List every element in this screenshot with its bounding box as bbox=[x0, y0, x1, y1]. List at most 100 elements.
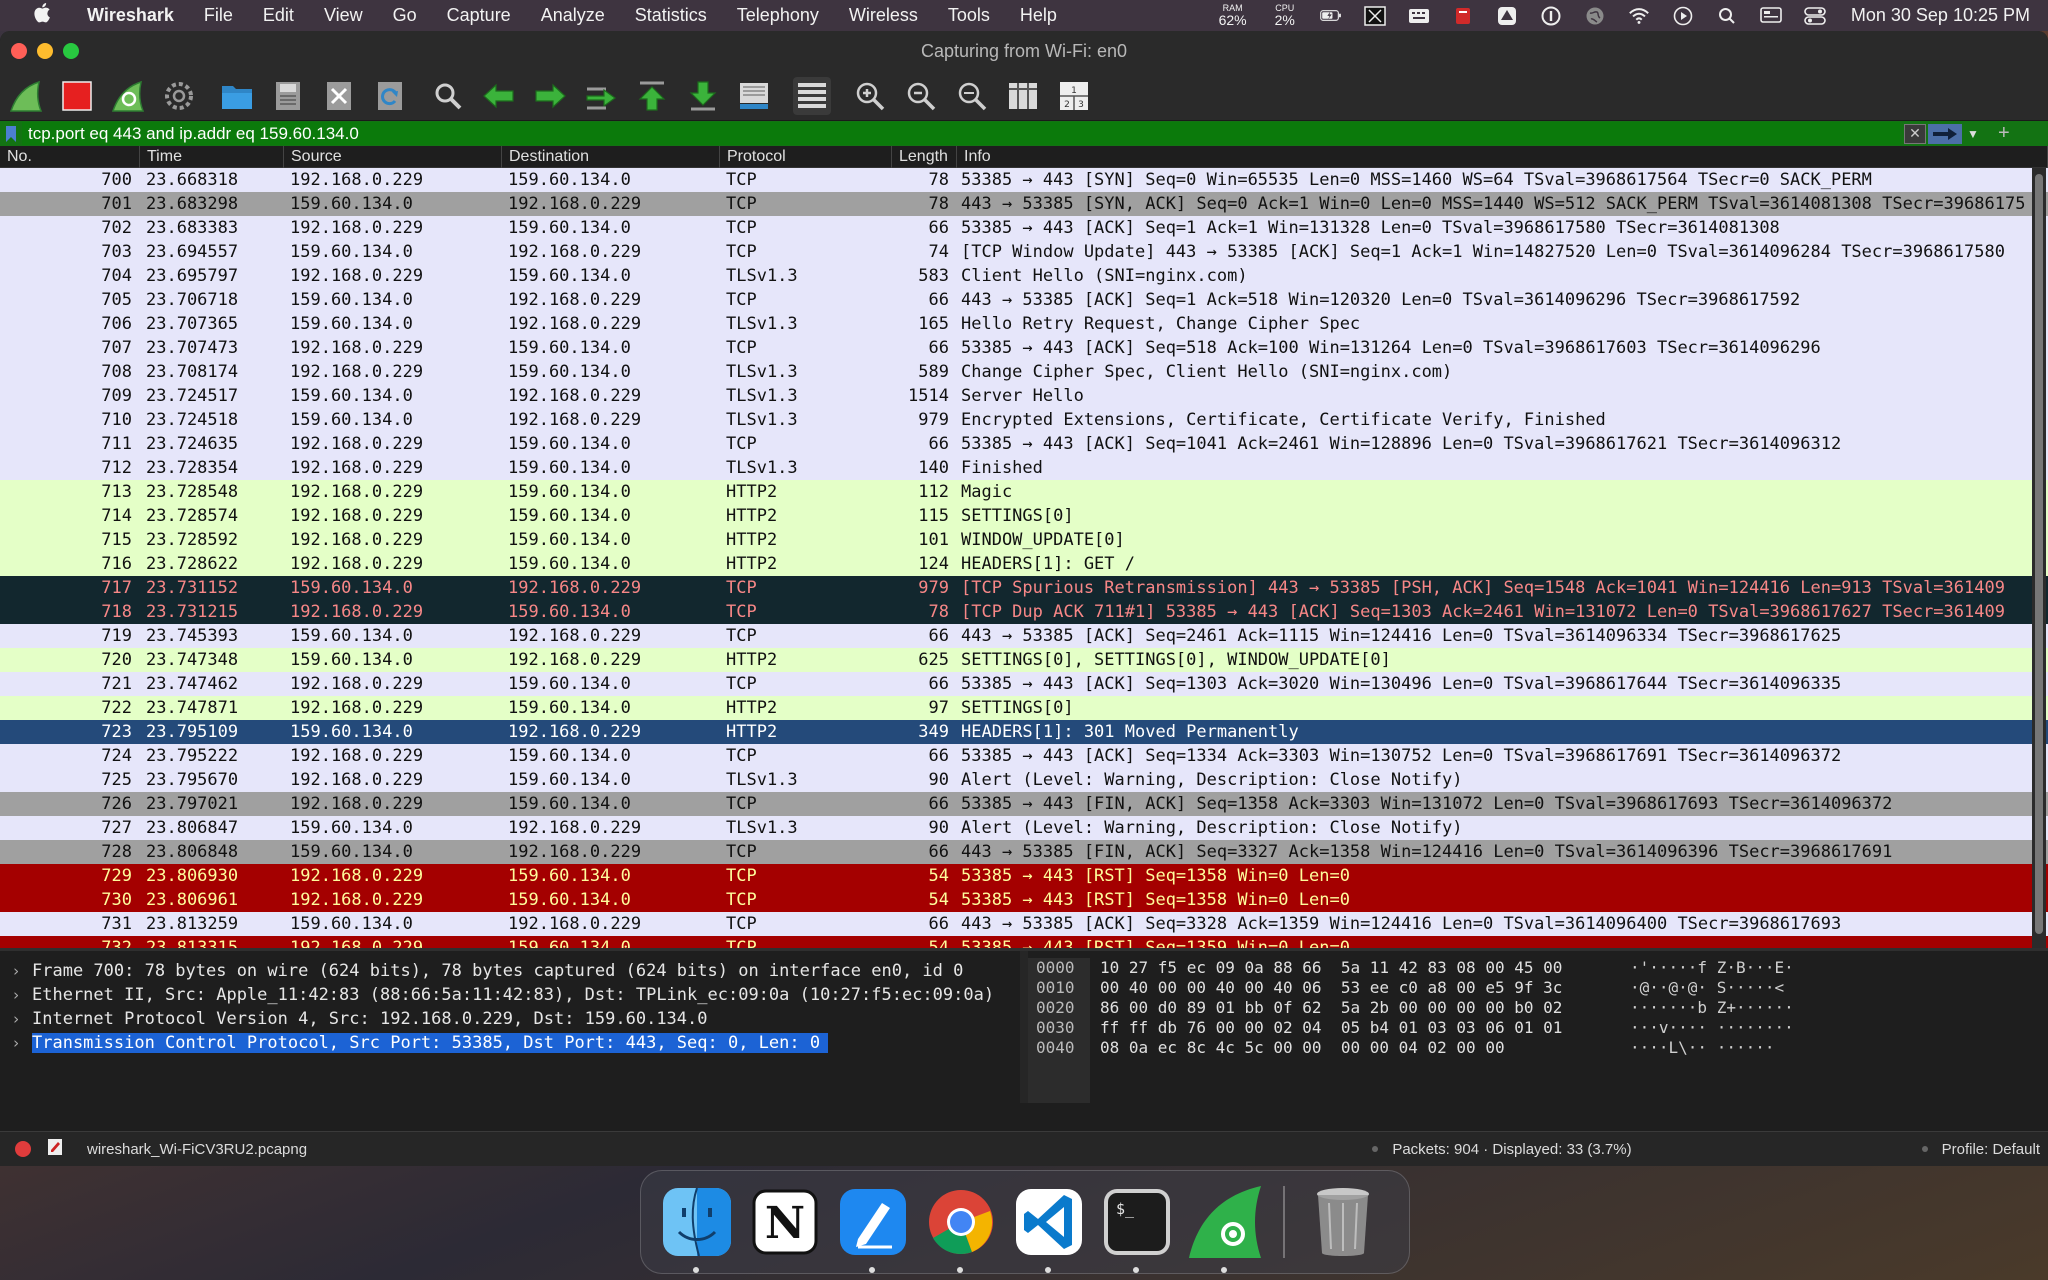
start-capture-icon[interactable] bbox=[7, 77, 45, 115]
capture-comment-icon[interactable] bbox=[47, 1138, 63, 1161]
packet-row[interactable]: 715 23.728592 192.168.0.229 159.60.134.0 HTT… bbox=[0, 528, 2048, 552]
packet-row[interactable]: 709 23.724517 159.60.134.0 192.168.0.229 TLS… bbox=[0, 384, 2048, 408]
column-length[interactable]: Length bbox=[892, 145, 957, 168]
packet-row[interactable]: 727 23.806847 159.60.134.0 192.168.0.229 TLS… bbox=[0, 816, 2048, 840]
dock-pages[interactable] bbox=[834, 1183, 912, 1273]
stop-capture-icon[interactable] bbox=[58, 77, 96, 115]
menu-statistics[interactable]: Statistics bbox=[620, 5, 722, 26]
red-app-icon[interactable] bbox=[1452, 6, 1474, 26]
menu-clock[interactable]: Mon 30 Sep 10:25 PM bbox=[1851, 5, 2030, 26]
globe-icon[interactable] bbox=[1584, 6, 1606, 26]
dock-wireshark[interactable] bbox=[1186, 1183, 1264, 1273]
packet-row[interactable]: 701 23.683298 159.60.134.0 192.168.0.229 TCP… bbox=[0, 192, 2048, 216]
packet-row[interactable]: 728 23.806848 159.60.134.0 192.168.0.229 TCP… bbox=[0, 840, 2048, 864]
packet-row[interactable]: 702 23.683383 192.168.0.229 159.60.134.0 TCP… bbox=[0, 216, 2048, 240]
go-back-icon[interactable] bbox=[480, 77, 518, 115]
menu-file[interactable]: File bbox=[189, 5, 248, 26]
packet-row[interactable]: 705 23.706718 159.60.134.0 192.168.0.229 TCP… bbox=[0, 288, 2048, 312]
menu-edit[interactable]: Edit bbox=[248, 5, 309, 26]
packet-row[interactable]: 711 23.724635 192.168.0.229 159.60.134.0 TCP… bbox=[0, 432, 2048, 456]
column-info[interactable]: Info bbox=[957, 145, 2048, 168]
packet-row[interactable]: 708 23.708174 192.168.0.229 159.60.134.0 TLS… bbox=[0, 360, 2048, 384]
scrollbar-thumb[interactable] bbox=[2035, 174, 2043, 934]
find-packet-icon[interactable] bbox=[429, 77, 467, 115]
packet-row[interactable]: 724 23.795222 192.168.0.229 159.60.134.0 TCP… bbox=[0, 744, 2048, 768]
packet-row[interactable]: 719 23.745393 159.60.134.0 192.168.0.229 TCP… bbox=[0, 624, 2048, 648]
capture-options-icon[interactable] bbox=[160, 77, 198, 115]
detail-tree-item[interactable]: › Frame 700: 78 bytes on wire (624 bits),… bbox=[0, 959, 1020, 983]
menu-tools[interactable]: Tools bbox=[933, 5, 1005, 26]
keyboard-icon[interactable] bbox=[1408, 6, 1430, 26]
add-filter-button[interactable]: + bbox=[1998, 122, 2010, 145]
packet-row[interactable]: 731 23.813259 159.60.134.0 192.168.0.229 TCP… bbox=[0, 912, 2048, 936]
open-file-icon[interactable] bbox=[218, 77, 256, 115]
column-source[interactable]: Source bbox=[284, 145, 502, 168]
apple-menu-icon[interactable] bbox=[24, 2, 60, 29]
screen-mirroring-icon[interactable] bbox=[1760, 6, 1782, 26]
hex-bytes[interactable]: 10 27 f5 ec 09 0a 88 66 5a 11 42 83 08 0… bbox=[1090, 958, 1630, 1103]
menu-capture[interactable]: Capture bbox=[432, 5, 526, 26]
go-forward-icon[interactable] bbox=[531, 77, 569, 115]
window-minimize-button[interactable] bbox=[37, 43, 53, 59]
packet-row[interactable]: 712 23.728354 192.168.0.229 159.60.134.0 TLS… bbox=[0, 456, 2048, 480]
clear-filter-button[interactable]: ✕ bbox=[1904, 123, 1926, 144]
normal-size-icon[interactable] bbox=[953, 77, 991, 115]
save-file-icon[interactable] bbox=[269, 77, 307, 115]
packet-row[interactable]: 716 23.728622 192.168.0.229 159.60.134.0 HTT… bbox=[0, 552, 2048, 576]
column-protocol[interactable]: Protocol bbox=[720, 145, 892, 168]
now-playing-icon[interactable] bbox=[1672, 6, 1694, 26]
menu-app-name[interactable]: Wireshark bbox=[72, 5, 189, 26]
ram-meter[interactable]: RAM 62% bbox=[1219, 3, 1247, 28]
packet-row[interactable]: 706 23.707365 159.60.134.0 192.168.0.229 TLS… bbox=[0, 312, 2048, 336]
zoom-in-icon[interactable] bbox=[851, 77, 889, 115]
packet-row[interactable]: 723 23.795109 159.60.134.0 192.168.0.229 HTT… bbox=[0, 720, 2048, 744]
packet-row[interactable]: 725 23.795670 192.168.0.229 159.60.134.0 TLS… bbox=[0, 768, 2048, 792]
filter-bookmark-icon[interactable] bbox=[0, 121, 22, 146]
resize-columns-icon[interactable] bbox=[1004, 77, 1042, 115]
last-packet-icon[interactable] bbox=[684, 77, 722, 115]
dock-terminal[interactable]: $_ bbox=[1098, 1183, 1176, 1273]
search-icon[interactable] bbox=[1716, 6, 1738, 26]
column-time[interactable]: Time bbox=[140, 145, 284, 168]
wifi-icon[interactable] bbox=[1628, 6, 1650, 26]
dock-chrome[interactable] bbox=[922, 1183, 1000, 1273]
packet-row[interactable]: 732 23.813315 192.168.0.229 159.60.134.0 TCP… bbox=[0, 936, 2048, 948]
packet-row[interactable]: 704 23.695797 192.168.0.229 159.60.134.0 TLS… bbox=[0, 264, 2048, 288]
first-packet-icon[interactable] bbox=[633, 77, 671, 115]
menu-view[interactable]: View bbox=[309, 5, 378, 26]
dock-finder[interactable] bbox=[658, 1183, 736, 1273]
expand-chevron-icon[interactable]: › bbox=[0, 986, 32, 1004]
column-no[interactable]: No. bbox=[0, 145, 140, 168]
layout-panes-icon[interactable]: 123 bbox=[1055, 77, 1093, 115]
reload-file-icon[interactable] bbox=[371, 77, 409, 115]
menu-help[interactable]: Help bbox=[1005, 5, 1072, 26]
dock-vscode[interactable] bbox=[1010, 1183, 1088, 1273]
go-to-packet-icon[interactable] bbox=[582, 77, 620, 115]
colorize-icon[interactable] bbox=[793, 76, 831, 115]
menu-telephony[interactable]: Telephony bbox=[722, 5, 834, 26]
close-file-icon[interactable] bbox=[320, 77, 358, 115]
expand-chevron-icon[interactable]: › bbox=[0, 962, 32, 980]
control-center-icon[interactable] bbox=[1804, 6, 1826, 26]
expand-chevron-icon[interactable]: › bbox=[0, 1010, 32, 1028]
drive-icon[interactable] bbox=[1496, 6, 1518, 26]
packet-row[interactable]: 729 23.806930 192.168.0.229 159.60.134.0 TCP… bbox=[0, 864, 2048, 888]
expert-info-icon[interactable] bbox=[15, 1141, 31, 1157]
window-zoom-button[interactable] bbox=[63, 43, 79, 59]
menu-wireless[interactable]: Wireless bbox=[834, 5, 933, 26]
title-bar[interactable]: Capturing from Wi-Fi: en0 bbox=[0, 31, 2048, 71]
packet-row[interactable]: 721 23.747462 192.168.0.229 159.60.134.0 TCP… bbox=[0, 672, 2048, 696]
packet-row[interactable]: 717 23.731152 159.60.134.0 192.168.0.229 TCP… bbox=[0, 576, 2048, 600]
packet-row[interactable]: 718 23.731215 192.168.0.229 159.60.134.0 TCP… bbox=[0, 600, 2048, 624]
dock-notion[interactable]: N bbox=[746, 1183, 824, 1261]
packet-row[interactable]: 700 23.668318 192.168.0.229 159.60.134.0 TCP… bbox=[0, 168, 2048, 192]
hex-ascii[interactable]: ·'·····f Z·B···E· ·@··@·@· S·····< ·······… bbox=[1630, 958, 1794, 1103]
packet-row[interactable]: 720 23.747348 159.60.134.0 192.168.0.229 HTT… bbox=[0, 648, 2048, 672]
detail-tree-item[interactable]: › Internet Protocol Version 4, Src: 192.1… bbox=[0, 1007, 1020, 1031]
dock-trash[interactable] bbox=[1304, 1183, 1382, 1261]
display-filter-input[interactable] bbox=[22, 122, 1900, 145]
screen-capture-icon[interactable] bbox=[1364, 5, 1386, 26]
battery-icon[interactable] bbox=[1320, 6, 1342, 26]
filter-history-dropdown[interactable]: ▼ bbox=[1962, 127, 1984, 141]
cpu-meter[interactable]: CPU 2% bbox=[1275, 3, 1295, 28]
